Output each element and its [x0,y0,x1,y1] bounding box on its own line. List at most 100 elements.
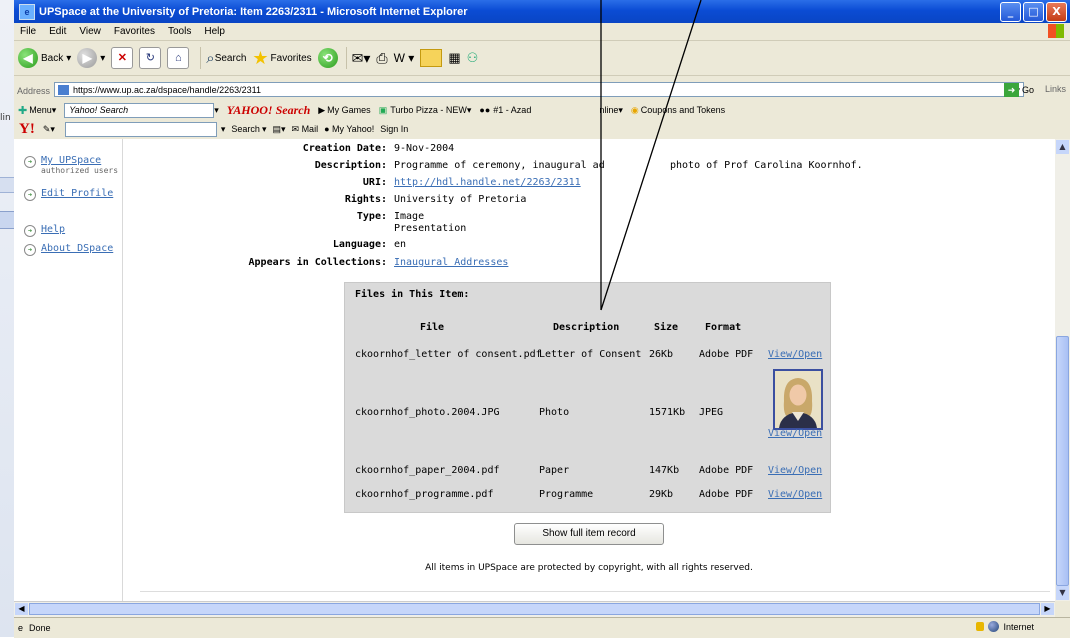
menu-view[interactable]: View [79,26,101,37]
meta-value: en [394,239,407,250]
coupons-button[interactable]: ◉ Coupons and Tokens [631,105,725,116]
background-text-fragment: lin [0,113,11,123]
menu-bar: File Edit View Favorites Tools Help [14,23,1070,41]
ie-window: e UPSpace at the University of Pretoria:… [14,0,1070,638]
standard-toolbar: ◀ Back ▾ ▶ ▾ ✕ ↻ ⌂ ⌕ Search ★ Favorites ⟲ … [14,41,1070,76]
yahoo-logo[interactable]: Y! [19,121,35,138]
my-yahoo-button[interactable]: ● My Yahoo! [324,124,374,134]
file-format: Adobe PDF [699,349,754,360]
portrait-thumbnail-image [775,371,821,428]
scroll-up-icon[interactable]: ▲ [1056,140,1069,154]
file-name: ckoornhof_paper_2004.pdf [355,465,500,476]
copyright-notice: All items in UPSpace are protected by co… [425,563,753,573]
close-button[interactable]: X [1046,2,1067,22]
handle-uri-link[interactable]: http://hdl.handle.net/2263/2311 [394,177,581,188]
column-header-description: Description [553,322,620,333]
history-icon[interactable]: ⟲ [317,48,338,68]
scroll-left-icon[interactable]: ◀ [15,603,28,615]
mail-icon[interactable]: ✉▾ [352,50,371,67]
files-title: Files in This Item: [355,289,470,300]
horizontal-scroll-thumb[interactable] [29,603,1040,615]
view-open-link[interactable]: View/Open [768,465,822,476]
title-bar[interactable]: e UPSpace at the University of Pretoria:… [14,0,1070,23]
column-header-format: Format [705,322,742,333]
ie-status-icon: e [18,623,24,633]
home-button[interactable]: ⌂ [167,47,190,69]
collection-link[interactable]: Inaugural Addresses [394,257,508,268]
scroll-down-icon[interactable]: ▼ [1056,586,1069,600]
file-format: JPEG [699,407,724,418]
meta-value: photo of Prof Carolina Koornhof. [670,160,863,171]
meta-key: URI: [362,177,387,188]
coupon-icon: ◉ [630,104,639,115]
turbo-pizza-button[interactable]: ▣ Turbo Pizza - NEW ▾ [379,105,472,116]
menu-tools[interactable]: Tools [168,26,191,37]
lock-icon [976,622,985,631]
vertical-scrollbar[interactable]: ▲ ▼ [1055,139,1070,601]
yahoo-search-field[interactable] [64,121,217,137]
view-open-link[interactable]: View/Open [768,349,822,360]
status-text: Done [29,623,51,633]
star-icon: ★ [252,47,269,68]
show-full-record-button[interactable]: Show full item record [514,523,664,545]
minimize-button[interactable]: _ [1000,2,1021,22]
print-icon[interactable]: ⎙ [376,50,387,67]
online-button[interactable]: nline ▾ [599,105,623,116]
menu-file[interactable]: File [20,26,36,37]
file-size: 1571Kb [649,407,686,418]
photo-thumbnail[interactable] [773,369,823,430]
favorites-button[interactable]: ★ Favorites [252,48,311,69]
file-size: 147Kb [649,465,680,476]
search-button[interactable]: ⌕ Search [206,50,246,67]
file-name: ckoornhof_programme.pdf [355,489,494,500]
horizontal-scrollbar[interactable]: ◀ ▶ [14,601,1055,617]
messenger-icon[interactable]: ⚇ [467,50,479,66]
toolbar-divider [200,47,202,69]
refresh-button[interactable]: ↻ [139,47,162,69]
search-icon: ⌕ [206,49,215,67]
scroll-right-icon[interactable]: ▶ [1041,603,1054,615]
yahoo-search-button[interactable]: Search [231,124,260,134]
edit-word-icon[interactable]: W ▾ [394,51,415,65]
yahoo-toolbar-bottom: Y! ✎▾ ▾ Search ▾ ▤▾ ✉ Mail ● My Yahoo! Si… [19,120,409,138]
yahoo-mail-button[interactable]: ✉ Mail [292,124,319,135]
vertical-scroll-thumb[interactable] [1056,336,1069,586]
forward-button[interactable]: ▶ ▾ [77,48,105,68]
file-format: Adobe PDF [699,489,754,500]
address-bar: Address https://www.up.ac.za/dspace/hand… [14,82,1070,99]
file-format: Adobe PDF [699,465,754,476]
yahoo-toolbar-top: ✚ Menu ▾ Yahoo! Search ▾ YAHOO! Search ▶ M… [14,101,1070,119]
view-open-link[interactable]: View/Open [768,428,822,439]
menu-help[interactable]: Help [204,26,225,37]
play-icon: ▶ [318,104,326,115]
my-games-button[interactable]: ▶ My Games [318,105,370,116]
stop-button[interactable]: ✕ [111,47,134,69]
file-description: Paper [539,465,570,476]
yahoo-search-dropdown-icon[interactable]: ▾ [221,124,226,135]
back-button[interactable]: ◀ Back ▾ [18,48,71,68]
window-controls: _ □ X [1000,2,1067,22]
folder-icon[interactable] [420,49,443,67]
view-open-link[interactable]: View/Open [768,489,822,500]
menu-edit[interactable]: Edit [49,26,66,37]
security-zone[interactable]: Internet [976,621,1034,632]
background-window-strip [0,0,14,637]
files-table: Files in This Item: File Description Siz… [344,282,831,513]
address-input[interactable]: https://www.up.ac.za/dspace/handle/2263/… [54,82,1024,97]
maximize-button[interactable]: □ [1023,2,1044,22]
go-button[interactable]: ➜ Go [1004,83,1034,97]
research-icon[interactable]: ▦ [448,50,460,66]
links-button[interactable]: Links [1045,84,1066,94]
menu-favorites[interactable]: Favorites [114,26,155,37]
pencil-icon[interactable]: ✎▾ [43,124,55,135]
highlight-icon[interactable]: ▤▾ [272,124,285,135]
sign-in-button[interactable]: Sign In [380,124,408,134]
yahoo-search-box[interactable]: Yahoo! Search ▾ [64,102,219,118]
yahoo-search-brand[interactable]: YAHOO! Search [227,103,310,118]
meta-value: 9-Nov-2004 [394,143,455,154]
azad-button[interactable]: ●● #1 - Azad [479,105,531,115]
window-title: UPSpace at the University of Pretoria: I… [39,5,468,18]
ie-page-icon: e [19,3,35,20]
yahoo-menu-button[interactable]: ✚ Menu ▾ [18,104,56,117]
background-bar [0,177,14,193]
